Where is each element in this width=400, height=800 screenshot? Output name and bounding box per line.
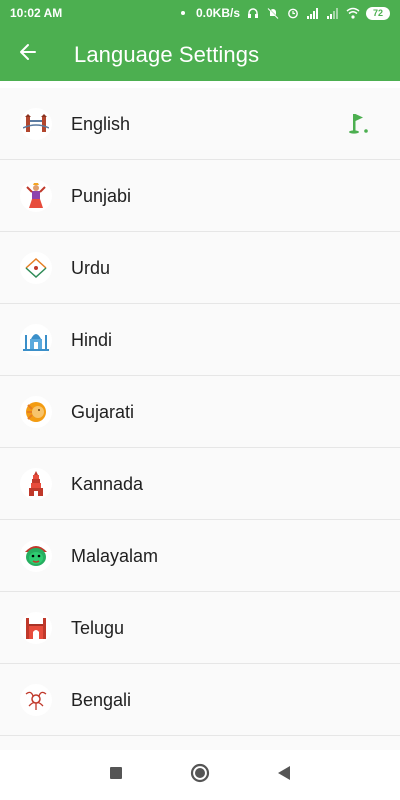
tower-bridge-icon — [20, 108, 52, 140]
language-label: Kannada — [71, 474, 144, 494]
page-title: Language Settings — [74, 41, 260, 67]
recents-square-icon — [110, 766, 122, 784]
language-label: English — [71, 114, 131, 134]
kathakali-mask-icon — [20, 540, 52, 572]
status-icons: 0.0KB/s 72 — [176, 6, 390, 20]
home-button[interactable] — [158, 750, 242, 800]
signal-1-icon — [306, 6, 320, 20]
taj-mahal-icon — [20, 324, 52, 356]
recents-button[interactable] — [74, 750, 158, 800]
alpona-art-icon — [20, 684, 52, 716]
status-bar: 10:02 AM 0.0KB/s 72 — [0, 0, 400, 26]
headset-icon — [246, 6, 260, 20]
status-time: 10:02 AM — [10, 6, 63, 20]
language-label: Punjabi — [71, 186, 132, 206]
toolbar: Language Settings — [0, 28, 400, 81]
bhangra-dancer-icon — [20, 180, 52, 212]
language-item-punjabi[interactable]: Punjabi — [0, 160, 400, 232]
arrow-left-icon — [19, 43, 37, 66]
back-triangle-icon — [278, 765, 290, 785]
crescent-icon — [20, 252, 52, 284]
network-speed: 0.0KB/s — [195, 6, 240, 20]
language-item-english[interactable]: English — [0, 88, 400, 160]
mute-bell-icon — [266, 6, 280, 20]
language-label: Malayalam — [71, 546, 159, 566]
language-label: Telugu — [71, 618, 125, 638]
system-navigation-bar — [0, 750, 400, 800]
language-label: Hindi — [71, 330, 113, 350]
language-item-gujarati[interactable]: Gujarati — [0, 376, 400, 448]
language-item-telugu[interactable]: Telugu — [0, 592, 400, 664]
language-item-hindi[interactable]: Hindi — [0, 304, 400, 376]
home-circle-icon — [190, 763, 210, 788]
language-item-kannada[interactable]: Kannada — [0, 448, 400, 520]
golf-flag-icon — [344, 108, 374, 138]
lion-icon — [20, 396, 52, 428]
language-item-malayalam[interactable]: Malayalam — [0, 520, 400, 592]
language-label: Bengali — [71, 690, 132, 710]
more-dots-icon — [176, 6, 190, 20]
signal-2-icon — [326, 6, 340, 20]
language-item-urdu[interactable]: Urdu — [0, 232, 400, 304]
language-item-partial — [0, 736, 400, 750]
charminar-icon — [20, 612, 52, 644]
battery-indicator: 72 — [366, 6, 390, 20]
app-bar: 10:02 AM 0.0KB/s 72 Language Settings — [0, 0, 400, 81]
language-label: Gujarati — [71, 402, 135, 422]
language-list: English Punjabi Urdu Hindi Gujarati Kann… — [0, 88, 400, 750]
alarm-icon — [286, 6, 300, 20]
language-label: Urdu — [71, 258, 111, 278]
language-item-bengali[interactable]: Bengali — [0, 664, 400, 736]
back-button[interactable] — [0, 28, 56, 81]
wifi-icon — [346, 6, 360, 20]
back-nav-button[interactable] — [242, 750, 326, 800]
temple-tower-icon — [20, 468, 52, 500]
